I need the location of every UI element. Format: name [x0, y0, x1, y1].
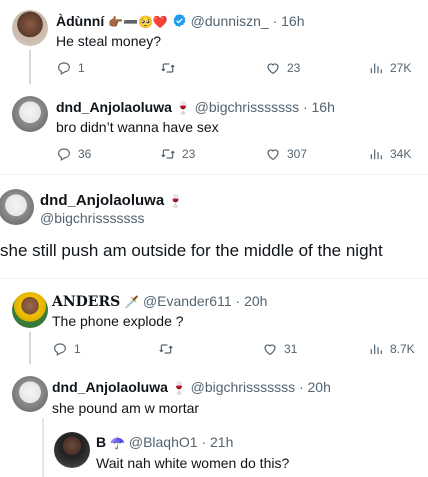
reply-count: 1: [74, 342, 81, 356]
author-handle[interactable]: @bigchrisssssss: [191, 379, 295, 395]
author-name[interactable]: Àdùnní: [56, 13, 104, 29]
author-handle[interactable]: @dunniszn_: [191, 13, 269, 29]
avatar[interactable]: [12, 376, 48, 412]
views-icon: [368, 60, 384, 76]
author-name[interactable]: dnd_Anjolaoluwa: [56, 99, 172, 115]
action-bar: 1 31 8.7K: [0, 341, 428, 359]
name-emojis: 👉🏾➖🥺❤️: [108, 15, 168, 29]
timestamp[interactable]: · 16h: [303, 99, 335, 115]
like-button[interactable]: 31: [262, 341, 297, 357]
like-button[interactable]: 307: [265, 146, 307, 162]
avatar[interactable]: [12, 96, 48, 132]
views-button[interactable]: 34K: [368, 146, 411, 162]
timestamp[interactable]: · 21h: [201, 434, 233, 450]
focused-tweet[interactable]: dnd_Anjolaoluwa 🍷 @bigchrisssssss: [0, 175, 428, 279]
reply-button[interactable]: 1: [52, 341, 81, 357]
retweet-button[interactable]: [160, 60, 182, 76]
tweet-text: bro didn’t wanna have sex: [56, 119, 219, 135]
tweet-text: He steal money?: [56, 33, 162, 49]
reply-count: 1: [78, 61, 85, 75]
like-button[interactable]: 23: [265, 60, 300, 76]
retweet-button[interactable]: [158, 341, 180, 357]
avatar[interactable]: [12, 10, 48, 46]
tweet-text: she pound am w mortar: [52, 400, 200, 416]
verified-icon: [173, 13, 186, 28]
reply-tweet-b[interactable]: B ☂️ @BlaqhO1 · 21h Wait nah white women…: [0, 422, 428, 477]
timestamp[interactable]: · 20h: [299, 379, 331, 395]
reply-tweet-anders[interactable]: 𝐀𝐍𝐃𝐄𝐑𝐒 🗡️ @Evander611 · 20h The phone ex…: [0, 280, 428, 364]
divider: [0, 278, 428, 279]
tweet-1[interactable]: Àdùnní 👉🏾➖🥺❤️ @dunniszn_ · 16h He steal …: [0, 0, 428, 84]
name-emojis: 🗡️: [124, 295, 140, 309]
reply-icon: [56, 60, 72, 76]
author-handle[interactable]: @Evander611: [143, 293, 232, 309]
action-bar: 1 23 27K: [0, 60, 428, 78]
author-name[interactable]: B: [96, 434, 106, 450]
tweet-header: B ☂️ @BlaqhO1 · 21h: [96, 433, 233, 452]
author-handle[interactable]: @BlaqhO1: [129, 434, 198, 450]
name-emojis: 🍷: [171, 381, 187, 395]
tweet-2[interactable]: dnd_Anjolaoluwa 🍷 @bigchrisssssss · 16h …: [0, 84, 428, 174]
name-emojis: 🍷: [175, 101, 191, 115]
author-handle[interactable]: @bigchrisssssss: [195, 99, 299, 115]
retweet-icon: [158, 341, 174, 357]
like-count: 307: [287, 147, 308, 161]
like-icon: [265, 60, 281, 76]
views-button[interactable]: 27K: [368, 60, 411, 76]
reply-button[interactable]: 1: [56, 60, 85, 76]
avatar[interactable]: [12, 292, 48, 328]
tweet-header: dnd_Anjolaoluwa 🍷: [40, 191, 183, 210]
tweet-header: dnd_Anjolaoluwa 🍷 @bigchrisssssss · 20h: [52, 378, 331, 397]
reply-tweet-mortar[interactable]: dnd_Anjolaoluwa 🍷 @bigchrisssssss · 20h …: [0, 366, 428, 422]
like-icon: [265, 146, 281, 162]
avatar[interactable]: [0, 189, 34, 225]
tweet-header: 𝐀𝐍𝐃𝐄𝐑𝐒 🗡️ @Evander611 · 20h: [52, 292, 267, 311]
views-icon: [368, 341, 384, 357]
reply-icon: [52, 341, 68, 357]
reply-button[interactable]: 36: [56, 146, 91, 162]
retweet-icon: [160, 60, 176, 76]
tweet-header: dnd_Anjolaoluwa 🍷 @bigchrisssssss · 16h: [56, 98, 335, 117]
view-count: 8.7K: [390, 342, 415, 356]
author-name[interactable]: dnd_Anjolaoluwa: [40, 192, 164, 209]
tweet-text: she still push am outside for the middle…: [0, 241, 383, 260]
like-icon: [262, 341, 278, 357]
author-handle-row: @bigchrisssssss: [40, 209, 144, 227]
retweet-button[interactable]: 23: [160, 146, 195, 162]
reply-icon: [56, 146, 72, 162]
timestamp[interactable]: · 16h: [273, 13, 305, 29]
reply-count: 36: [78, 147, 92, 161]
action-bar: 36 23 307 34K: [0, 146, 428, 164]
retweet-icon: [160, 146, 176, 162]
author-handle[interactable]: @bigchrisssssss: [40, 210, 144, 226]
tweet-header: Àdùnní 👉🏾➖🥺❤️ @dunniszn_ · 16h: [56, 12, 305, 31]
views-button[interactable]: 8.7K: [368, 341, 415, 357]
view-count: 34K: [390, 147, 412, 161]
author-name[interactable]: 𝐀𝐍𝐃𝐄𝐑𝐒: [52, 294, 120, 310]
like-count: 23: [287, 61, 301, 75]
name-emojis: 🍷: [168, 194, 184, 208]
tweet-text: The phone explode ?: [52, 313, 184, 329]
like-count: 31: [284, 342, 298, 356]
name-emojis: ☂️: [110, 436, 125, 450]
view-count: 27K: [390, 61, 412, 75]
retweet-count: 23: [182, 147, 196, 161]
tweet-text: Wait nah white women do this?: [96, 455, 290, 471]
avatar[interactable]: [54, 432, 90, 468]
timestamp[interactable]: · 20h: [236, 293, 268, 309]
author-name[interactable]: dnd_Anjolaoluwa: [52, 379, 168, 395]
views-icon: [368, 146, 384, 162]
